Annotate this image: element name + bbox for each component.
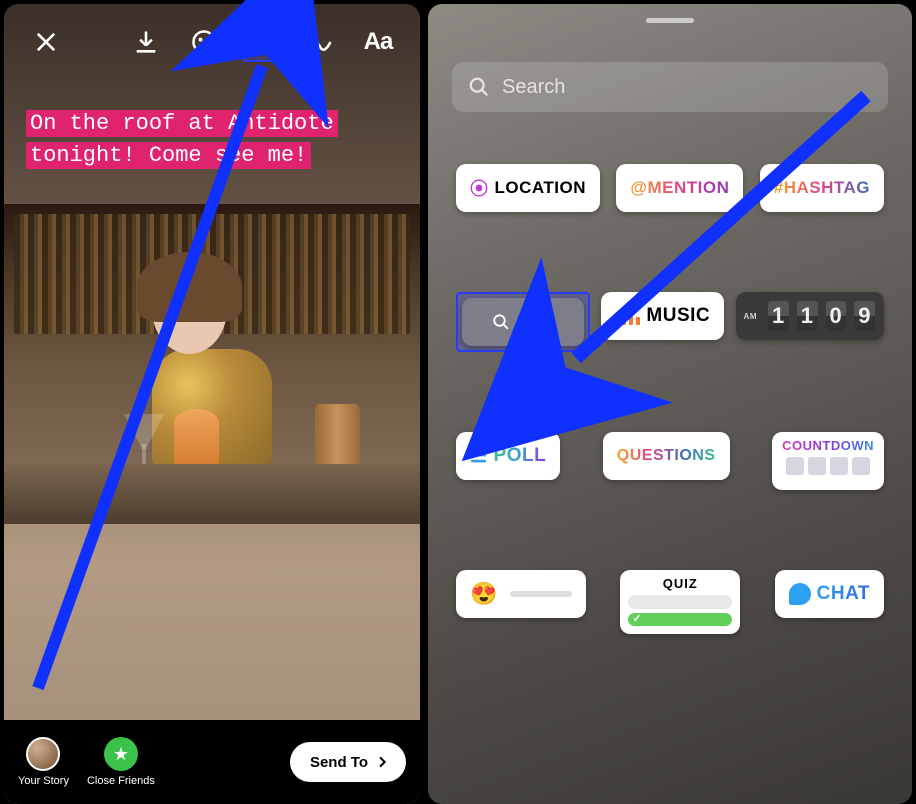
questions-label: QUESTIONS bbox=[617, 447, 716, 465]
your-story-label: Your Story bbox=[18, 775, 69, 787]
star-icon: ★ bbox=[104, 737, 138, 771]
chevron-right-icon bbox=[374, 754, 390, 770]
sticker-location[interactable]: ⦿ LOCATION bbox=[456, 164, 600, 212]
sticker-poll[interactable]: ☰ POLL bbox=[456, 432, 560, 480]
music-label: MUSIC bbox=[646, 305, 710, 327]
search-placeholder: Search bbox=[502, 76, 565, 99]
time-d3: 0 bbox=[826, 301, 847, 331]
your-story-button[interactable]: Your Story bbox=[18, 737, 69, 787]
sticker-gif-highlight: GIF bbox=[456, 292, 590, 352]
caption-text: On the roof at Antidote tonight! Come se… bbox=[26, 110, 338, 169]
sticker-grid: ⦿ LOCATION @MENTION #HASHTAG GIF MUSIC bbox=[428, 164, 912, 804]
location-label: LOCATION bbox=[495, 178, 587, 198]
music-bars-icon bbox=[615, 307, 640, 325]
sticker-chat[interactable]: CHAT bbox=[775, 570, 884, 618]
sticker-quiz[interactable]: QUIZ bbox=[620, 570, 740, 634]
countdown-label: COUNTDOWN bbox=[782, 438, 874, 453]
chat-label: CHAT bbox=[817, 583, 870, 605]
poll-label: POLL bbox=[494, 445, 547, 467]
story-photo bbox=[4, 204, 420, 524]
close-friends-button[interactable]: ★ Close Friends bbox=[87, 737, 155, 787]
sticker-icon bbox=[248, 28, 276, 56]
quiz-option-correct-icon bbox=[628, 613, 732, 627]
time-am: AM bbox=[744, 312, 757, 321]
time-d2: 1 bbox=[797, 301, 818, 331]
face-filter-button[interactable] bbox=[184, 22, 224, 62]
download-icon bbox=[132, 28, 160, 56]
sticker-music[interactable]: MUSIC bbox=[601, 292, 724, 340]
mention-label: @MENTION bbox=[630, 178, 729, 198]
poll-icon: ☰ bbox=[470, 445, 488, 468]
heart-eyes-emoji-icon: 😍 bbox=[470, 581, 498, 607]
sticker-button[interactable] bbox=[242, 22, 282, 62]
draw-button[interactable] bbox=[300, 22, 340, 62]
close-button[interactable] bbox=[26, 22, 66, 62]
sticker-hashtag[interactable]: #HASHTAG bbox=[760, 164, 884, 212]
story-editor-screen: Aa On the roof at Antidote tonight! Come… bbox=[4, 4, 420, 804]
text-tool-button[interactable]: Aa bbox=[358, 22, 398, 62]
close-friends-label: Close Friends bbox=[87, 775, 155, 787]
sticker-gif[interactable]: GIF bbox=[462, 298, 584, 346]
story-bottom-bar: Your Story ★ Close Friends Send To bbox=[4, 720, 420, 804]
send-to-label: Send To bbox=[310, 754, 368, 771]
time-d4: 9 bbox=[854, 301, 875, 331]
sticker-emoji-slider[interactable]: 😍 bbox=[456, 570, 586, 618]
sticker-countdown[interactable]: COUNTDOWN bbox=[772, 432, 884, 490]
quiz-label: QUIZ bbox=[663, 576, 698, 591]
scribble-icon bbox=[306, 28, 334, 56]
gif-label: GIF bbox=[520, 311, 553, 333]
pin-icon: ⦿ bbox=[470, 175, 489, 201]
time-d1: 1 bbox=[768, 301, 789, 331]
chat-bubble-icon bbox=[789, 583, 811, 605]
close-icon bbox=[32, 28, 60, 56]
search-icon bbox=[492, 313, 510, 331]
sticker-mention[interactable]: @MENTION bbox=[616, 164, 743, 212]
sticker-time[interactable]: AM 1 1 0 9 bbox=[736, 292, 884, 340]
sticker-questions[interactable]: QUESTIONS bbox=[603, 432, 730, 480]
download-button[interactable] bbox=[126, 22, 166, 62]
sticker-search[interactable]: Search bbox=[452, 62, 888, 112]
editor-toolbar: Aa bbox=[4, 22, 420, 62]
countdown-boxes-icon bbox=[786, 457, 870, 475]
avatar-icon bbox=[26, 737, 60, 771]
quiz-option-icon bbox=[628, 595, 732, 609]
drag-handle[interactable] bbox=[646, 18, 694, 23]
smiley-icon bbox=[190, 28, 218, 56]
sticker-picker-screen: Search ⦿ LOCATION @MENTION #HASHTAG GIF bbox=[428, 4, 912, 804]
send-to-button[interactable]: Send To bbox=[290, 742, 406, 782]
search-icon bbox=[468, 76, 490, 98]
slider-track-icon bbox=[510, 591, 572, 597]
story-caption[interactable]: On the roof at Antidote tonight! Come se… bbox=[26, 108, 398, 172]
hashtag-label: #HASHTAG bbox=[774, 178, 870, 198]
